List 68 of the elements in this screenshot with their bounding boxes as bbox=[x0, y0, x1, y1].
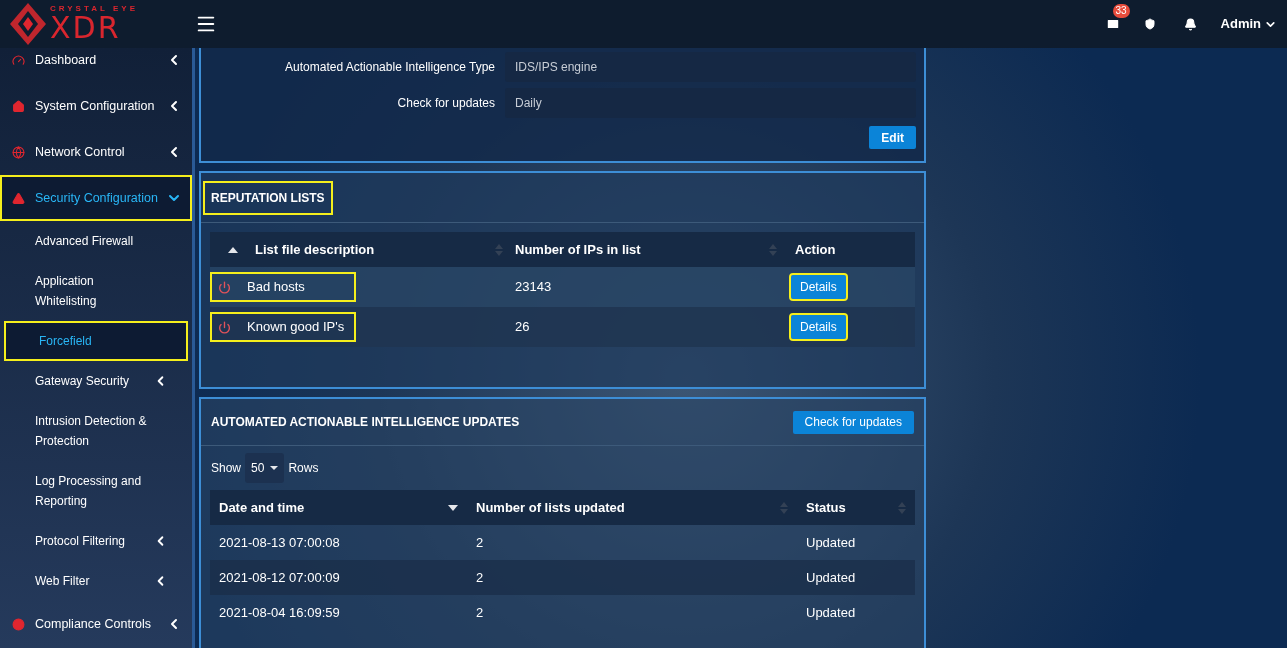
triangle-icon bbox=[12, 191, 25, 205]
field-value[interactable]: IDS/IPS engine bbox=[505, 52, 916, 82]
user-menu[interactable]: Admin bbox=[1220, 14, 1277, 34]
show-label: Show bbox=[211, 460, 242, 477]
shield-icon[interactable] bbox=[1143, 18, 1156, 30]
column-header[interactable]: Number of IPs in list bbox=[515, 239, 789, 260]
sort-icon bbox=[495, 243, 503, 256]
status-cell-text: Updated bbox=[805, 533, 856, 552]
sort-icon bbox=[898, 501, 906, 514]
field-value[interactable]: Daily bbox=[505, 88, 916, 118]
field-label: Check for updates bbox=[396, 95, 495, 112]
globe-icon bbox=[12, 145, 25, 159]
field-label: Automated Actionable Intelligence Type bbox=[284, 59, 495, 76]
sidebar-item[interactable]: Compliance Controls bbox=[0, 601, 192, 647]
caret-down-icon bbox=[270, 466, 279, 470]
section-title: REPUTATION LISTS bbox=[205, 182, 331, 213]
home-icon bbox=[12, 99, 25, 113]
sidebar-item[interactable]: Network Control bbox=[0, 129, 192, 175]
column-header[interactable]: List file description bbox=[255, 239, 515, 260]
sidebar-item[interactable]: Dashboard bbox=[0, 48, 192, 83]
sort-icon bbox=[769, 243, 777, 256]
submenu-item[interactable]: Advanced Firewall bbox=[0, 221, 192, 261]
lists-count-cell-text: 2 bbox=[475, 603, 485, 622]
section-title: AUTOMATED ACTIONABLE INTELLIGENCE UPDATES bbox=[211, 414, 520, 431]
submenu-item[interactable]: Forcefield bbox=[4, 321, 188, 361]
ip-count: 26 bbox=[515, 318, 531, 337]
submenu-item[interactable]: Web Filter bbox=[0, 561, 192, 601]
power-icon[interactable] bbox=[218, 320, 231, 334]
sort-down-icon bbox=[448, 504, 458, 511]
sidebar-item[interactable]: System Configuration bbox=[0, 83, 192, 129]
details-button[interactable]: Details bbox=[791, 275, 846, 299]
logo[interactable]: CRYSTAL EYE XDR bbox=[0, 0, 195, 48]
ip-count: 23143 bbox=[515, 278, 553, 297]
sidebar-item[interactable]: Security Configuration bbox=[0, 175, 192, 221]
check-updates-button[interactable]: Check for updates bbox=[792, 410, 914, 434]
mail-icon[interactable] bbox=[1105, 17, 1120, 31]
submenu-item[interactable]: Log Processing and Reporting bbox=[0, 461, 192, 521]
gauge-icon bbox=[12, 53, 25, 67]
submenu-item[interactable]: Gateway Security bbox=[0, 361, 192, 401]
submenu-item[interactable]: Protocol Filtering bbox=[0, 521, 192, 561]
lists-count-cell-text: 2 bbox=[475, 568, 485, 587]
logo-wordmark: XDR bbox=[50, 13, 121, 43]
status-cell-text: Updated bbox=[805, 568, 856, 587]
column-header[interactable]: Action bbox=[789, 239, 915, 260]
details-button[interactable]: Details bbox=[791, 315, 846, 339]
lists-count-cell-text: 2 bbox=[475, 533, 485, 552]
column-header[interactable]: Number of lists updated bbox=[467, 497, 797, 518]
diamond-logo-icon bbox=[10, 3, 46, 45]
rows-label: Rows bbox=[288, 460, 319, 477]
date-cell-text: 2021-08-13 07:00:08 bbox=[218, 533, 341, 552]
column-header[interactable]: Date and time bbox=[210, 497, 467, 518]
column-header[interactable]: Status bbox=[797, 497, 915, 518]
sort-icon bbox=[780, 501, 788, 514]
notification-badge: 33 bbox=[1112, 4, 1130, 18]
power-icon[interactable] bbox=[218, 280, 231, 294]
bell-icon[interactable] bbox=[1183, 17, 1197, 31]
circle-icon bbox=[12, 617, 25, 631]
rows-select[interactable]: 50 bbox=[245, 453, 285, 483]
status-cell-text: Updated bbox=[805, 603, 856, 622]
date-cell-text: 2021-08-12 07:00:09 bbox=[218, 568, 341, 587]
submenu-item[interactable]: Intrusion Detection & Protection bbox=[0, 401, 192, 461]
list-name: Known good IP's bbox=[247, 318, 345, 337]
logo-tagline: CRYSTAL EYE bbox=[50, 5, 138, 13]
sort-up-icon bbox=[227, 246, 238, 253]
list-name: Bad hosts bbox=[247, 278, 305, 297]
date-cell-text: 2021-08-04 16:09:59 bbox=[218, 603, 341, 622]
edit-button[interactable]: Edit bbox=[869, 126, 916, 149]
submenu-item[interactable]: Application Whitelisting bbox=[0, 261, 192, 321]
